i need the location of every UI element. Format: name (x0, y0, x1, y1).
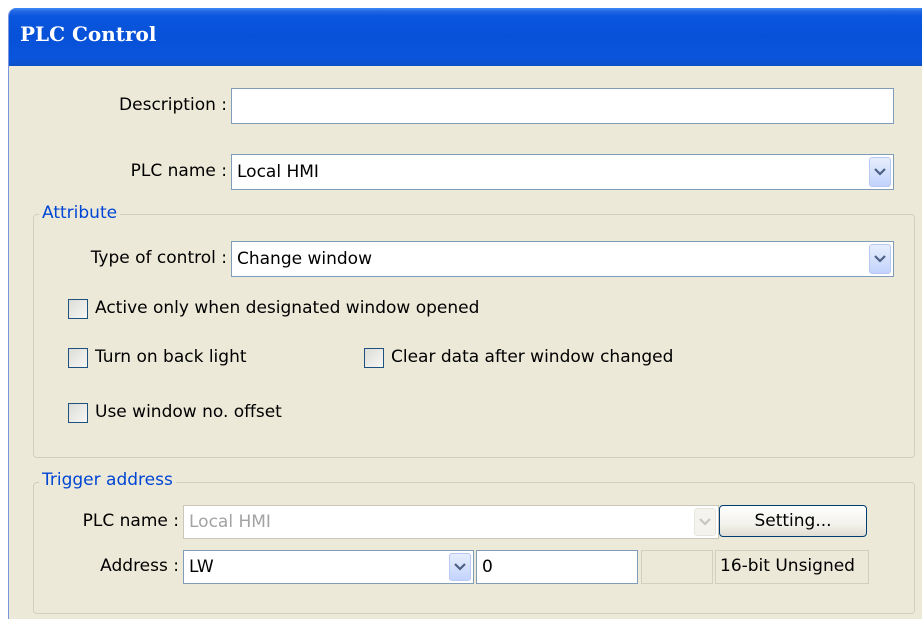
title-bar[interactable]: PLC Control (9, 8, 922, 66)
window-offset-label[interactable]: Use window no. offset (95, 402, 282, 422)
address-device-value: LW (189, 557, 214, 577)
type-of-control-label: Type of control : (90, 248, 227, 268)
trigger-address-group-legend: Trigger address (39, 470, 176, 490)
chevron-down-icon[interactable] (449, 553, 471, 581)
chevron-down-icon[interactable] (869, 157, 891, 187)
attribute-group-legend: Attribute (39, 203, 121, 223)
window-offset-checkbox[interactable] (68, 403, 88, 423)
address-device-select[interactable]: LW (183, 550, 474, 584)
chevron-down-icon (694, 508, 716, 536)
setting-button[interactable]: Setting... (719, 505, 867, 537)
description-label: Description : (119, 95, 227, 115)
plc-name-value: Local HMI (237, 162, 319, 182)
active-only-label[interactable]: Active only when designated window opene… (95, 298, 479, 318)
plc-name-select[interactable]: Local HMI (231, 154, 894, 190)
trigger-plc-name-value: Local HMI (189, 512, 271, 532)
plc-control-dialog: PLC Control Description : PLC name : Loc… (8, 8, 922, 619)
data-format-field: 16-bit Unsigned (715, 550, 869, 584)
chevron-down-icon[interactable] (869, 244, 891, 274)
active-only-checkbox[interactable] (68, 299, 88, 319)
type-of-control-value: Change window (237, 249, 372, 269)
address-extra-field (641, 550, 713, 584)
type-of-control-select[interactable]: Change window (231, 241, 894, 277)
address-value-input[interactable]: 0 (476, 550, 638, 584)
trigger-plc-name-label: PLC name : (82, 511, 179, 531)
window-title: PLC Control (20, 22, 157, 46)
plc-name-label: PLC name : (130, 161, 227, 181)
description-input[interactable] (231, 88, 894, 124)
back-light-label[interactable]: Turn on back light (95, 347, 247, 367)
back-light-checkbox[interactable] (68, 348, 88, 368)
trigger-address-group (33, 482, 915, 614)
clear-data-checkbox[interactable] (364, 348, 384, 368)
clear-data-label[interactable]: Clear data after window changed (391, 347, 673, 367)
address-label: Address : (100, 556, 179, 576)
trigger-plc-name-select: Local HMI (183, 505, 719, 539)
